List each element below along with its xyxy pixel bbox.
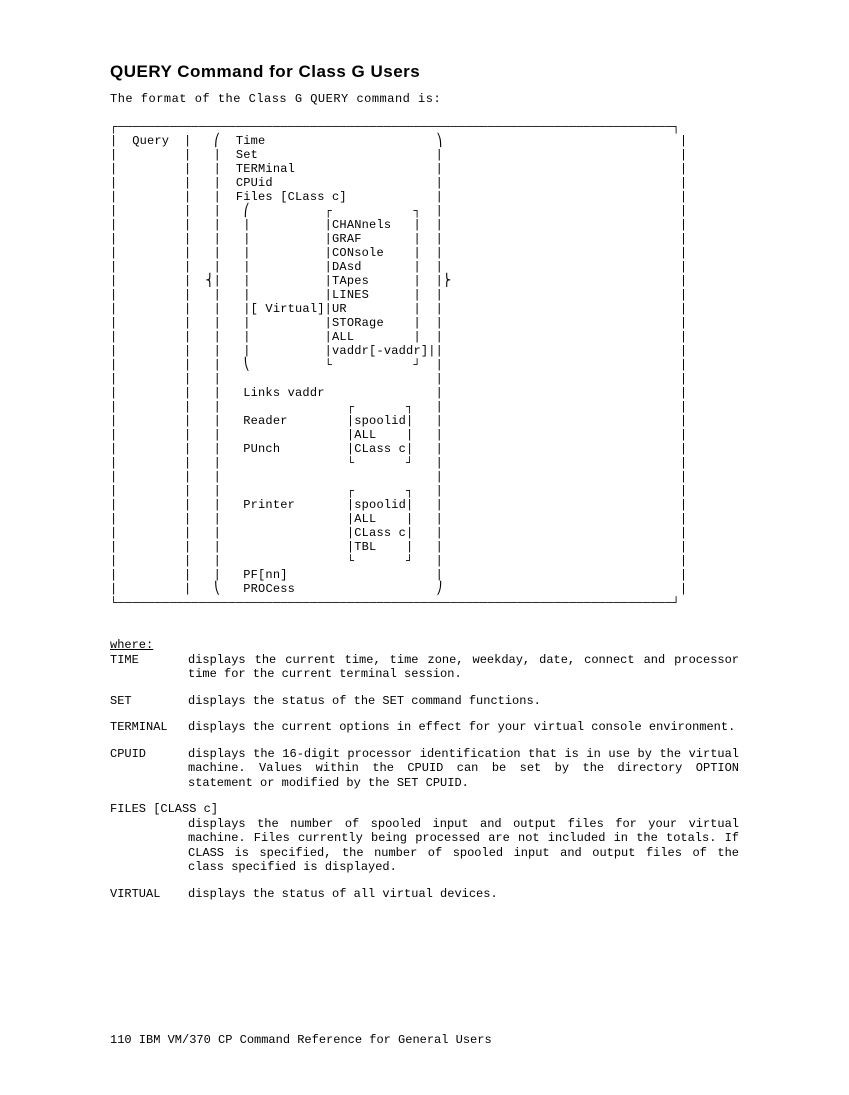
definition-row: TERMINAL displays the current options in… bbox=[110, 720, 739, 735]
definition-desc: displays the current time, time zone, we… bbox=[188, 653, 739, 682]
definition-desc: displays the status of the SET command f… bbox=[188, 694, 739, 709]
definition-term: TIME bbox=[110, 653, 188, 682]
page-footer: 110 IBM VM/370 CP Command Reference for … bbox=[110, 1033, 492, 1047]
definition-row: SET displays the status of the SET comma… bbox=[110, 694, 739, 709]
definition-desc: displays the current options in effect f… bbox=[188, 720, 739, 735]
definition-term: CPUID bbox=[110, 747, 188, 791]
definition-term: FILES [CLASS c] bbox=[110, 802, 739, 817]
definition-desc: displays the status of all virtual devic… bbox=[188, 887, 739, 902]
definition-row: VIRTUAL displays the status of all virtu… bbox=[110, 887, 739, 902]
definition-term: TERMINAL bbox=[110, 720, 188, 735]
definition-row: CPUID displays the 16-digit processor id… bbox=[110, 747, 739, 791]
where-label: where: bbox=[110, 638, 153, 652]
definition-row: TIME displays the current time, time zon… bbox=[110, 653, 739, 682]
definition-term: SET bbox=[110, 694, 188, 709]
intro-text: The format of the Class G QUERY command … bbox=[110, 92, 739, 106]
definition-desc: displays the 16-digit processor identifi… bbox=[188, 747, 739, 791]
syntax-diagram: ┌───────────────────────────────────────… bbox=[110, 120, 739, 610]
section-heading: QUERY Command for Class G Users bbox=[110, 62, 739, 82]
where-section: where: TIME displays the current time, t… bbox=[110, 638, 739, 901]
definition-desc: displays the number of spooled input and… bbox=[188, 817, 739, 875]
definition-row: FILES [CLASS c] displays the number of s… bbox=[110, 802, 739, 875]
definition-term: VIRTUAL bbox=[110, 887, 188, 902]
